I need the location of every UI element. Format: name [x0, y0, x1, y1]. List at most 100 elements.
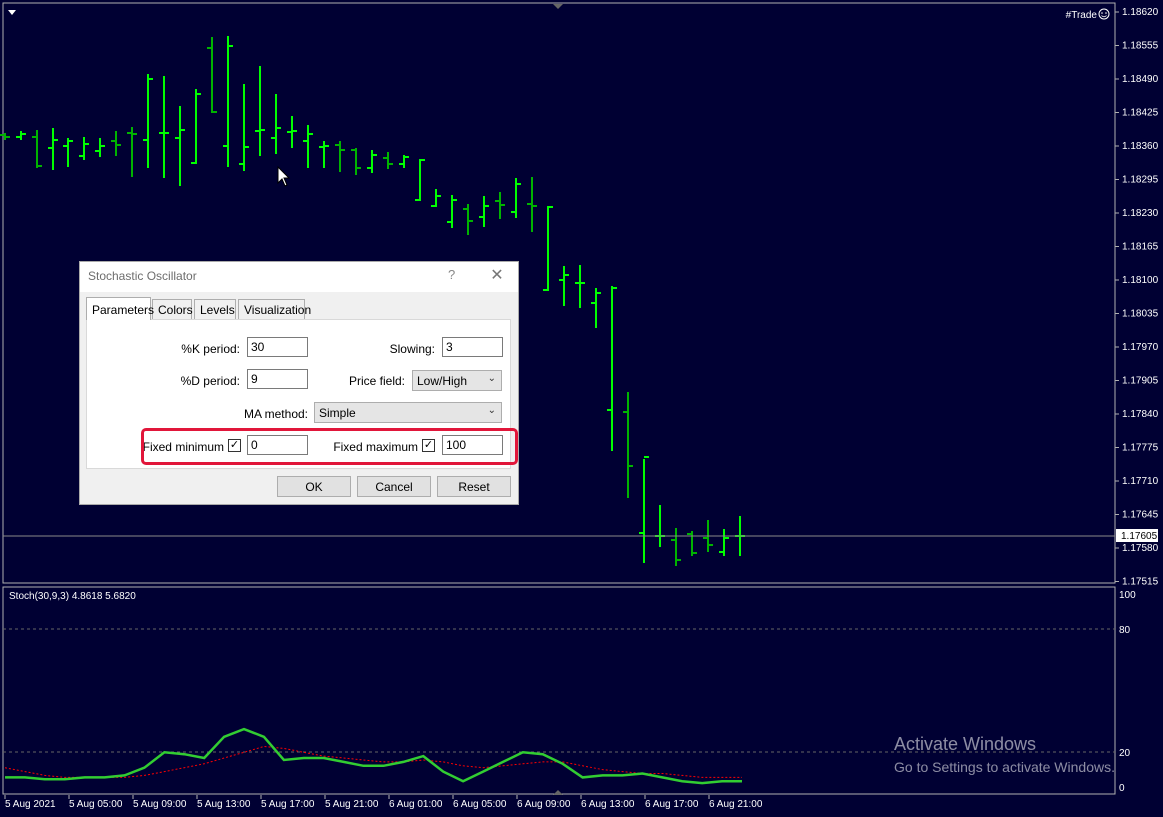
smiley-mouth	[1101, 15, 1107, 18]
price-tick-label: 1.18490	[1122, 74, 1159, 85]
stoch-tick-label: 100	[1119, 590, 1136, 601]
price-bar	[399, 155, 409, 168]
price-bar	[32, 130, 42, 168]
d-period-input[interactable]: 9	[247, 369, 308, 389]
scroll-marker-icon	[553, 4, 563, 9]
current-price-text: 1.17605	[1121, 531, 1158, 542]
activation-title: Activate Windows	[894, 734, 1037, 754]
time-tick-label: 5 Aug 2021	[5, 799, 56, 810]
time-tick-label: 6 Aug 17:00	[645, 799, 699, 810]
price-field-value: Low/High	[417, 374, 468, 388]
price-bar	[463, 204, 473, 235]
price-bar	[271, 94, 281, 154]
price-field-select[interactable]: Low/High ⌄	[412, 370, 502, 391]
price-bar	[719, 529, 729, 556]
price-bar	[239, 84, 249, 171]
price-bar	[575, 265, 585, 308]
price-bar	[559, 266, 569, 306]
price-bar	[495, 192, 505, 219]
price-bar	[591, 288, 601, 328]
cancel-button[interactable]: Cancel	[357, 476, 431, 497]
smiley-eye-right	[1105, 12, 1107, 14]
slowing-label: Slowing:	[389, 342, 435, 356]
time-tick-label: 6 Aug 01:00	[389, 799, 443, 810]
menu-triangle-icon[interactable]	[8, 10, 16, 15]
price-bar	[671, 528, 681, 566]
time-tick-label: 6 Aug 09:00	[517, 799, 571, 810]
tab-levels[interactable]: Levels	[194, 299, 236, 319]
price-bar	[351, 148, 361, 175]
tab-parameters[interactable]: Parameters	[86, 297, 154, 320]
stoch-tick-label: 20	[1119, 748, 1131, 759]
price-bar	[127, 127, 137, 177]
stoch-tick-label: 0	[1119, 783, 1125, 794]
price-tick-label: 1.17515	[1122, 577, 1159, 588]
smiley-eye-left	[1101, 12, 1103, 14]
stochastic-oscillator-dialog: Stochastic Oscillator ? ✕ Parameters Col…	[79, 261, 519, 505]
price-tick-label: 1.18425	[1122, 108, 1159, 119]
price-field-label: Price field:	[348, 374, 405, 388]
time-tick-label: 6 Aug 13:00	[581, 799, 635, 810]
stoch-main-line	[5, 727, 742, 785]
price-axis: 1.18620 1.18555 1.18490 1.18425 1.18360 1.182…	[1115, 7, 1159, 588]
d-period-label: %D period:	[180, 374, 240, 388]
time-tick-label: 5 Aug 21:00	[325, 799, 379, 810]
tab-visualization[interactable]: Visualization	[238, 299, 311, 319]
stoch-title: Stoch(30,9,3) 4.8618 5.6820	[9, 591, 136, 602]
mouse-pointer-icon	[277, 166, 291, 187]
time-axis: 5 Aug 2021 5 Aug 05:00 5 Aug 09:00 5 Aug 13…	[4, 795, 763, 810]
price-tick-label: 1.17645	[1122, 510, 1159, 521]
price-bar	[511, 178, 521, 218]
price-bar	[319, 141, 329, 168]
scroll-marker-bottom-icon	[553, 790, 563, 795]
slowing-input[interactable]: 3	[442, 337, 503, 357]
activation-subtitle: Go to Settings to activate Windows.	[894, 759, 1115, 775]
price-bar	[159, 76, 169, 178]
price-tick-label: 1.18555	[1122, 41, 1159, 52]
price-bar	[143, 74, 153, 168]
help-button[interactable]: ?	[448, 267, 455, 282]
symbol-label: #Trade	[1066, 10, 1098, 21]
tab-colors[interactable]: Colors	[152, 299, 193, 319]
smiley-icon	[1098, 8, 1110, 20]
price-bar	[431, 189, 441, 207]
price-bar	[175, 106, 185, 186]
close-icon[interactable]: ✕	[490, 265, 504, 284]
price-tick-label: 1.18230	[1122, 208, 1159, 219]
price-bar	[687, 531, 697, 556]
dialog-title: Stochastic Oscillator	[88, 269, 197, 283]
price-bar	[255, 66, 265, 156]
reset-button[interactable]: Reset	[437, 476, 511, 497]
price-tick-label: 1.17840	[1122, 409, 1159, 420]
time-tick-label: 5 Aug 13:00	[197, 799, 251, 810]
ma-method-label: MA method:	[243, 407, 308, 421]
price-tick-label: 1.17710	[1122, 476, 1159, 487]
ma-method-value: Simple	[319, 406, 356, 420]
price-bar	[191, 89, 201, 164]
price-bar	[623, 392, 633, 498]
price-bar	[223, 36, 233, 167]
time-tick-label: 6 Aug 05:00	[453, 799, 507, 810]
ma-method-select[interactable]: Simple ⌄	[314, 402, 502, 423]
k-period-input[interactable]: 30	[247, 337, 308, 357]
ok-button[interactable]: OK	[277, 476, 351, 497]
price-tick-label: 1.18100	[1122, 275, 1159, 286]
stoch-tick-label: 80	[1119, 625, 1131, 636]
price-bar	[479, 196, 489, 227]
price-bar	[383, 152, 393, 169]
price-tick-label: 1.17970	[1122, 342, 1159, 353]
price-tick-label: 1.18165	[1122, 242, 1159, 253]
price-bar	[207, 37, 217, 113]
price-tick-label: 1.18035	[1122, 309, 1159, 320]
dialog-body: Parameters Colors Levels Visualization %…	[80, 292, 518, 504]
price-bar	[367, 150, 377, 173]
price-tick-label: 1.17580	[1122, 543, 1159, 554]
stoch-signal-line	[4, 745, 742, 778]
price-bar	[303, 125, 313, 168]
chevron-down-icon: ⌄	[487, 405, 496, 416]
chevron-down-icon: ⌄	[487, 373, 496, 384]
price-bar	[655, 505, 665, 547]
k-period-label: %K period:	[181, 342, 240, 356]
price-bar	[111, 131, 121, 156]
price-bar	[48, 128, 58, 170]
